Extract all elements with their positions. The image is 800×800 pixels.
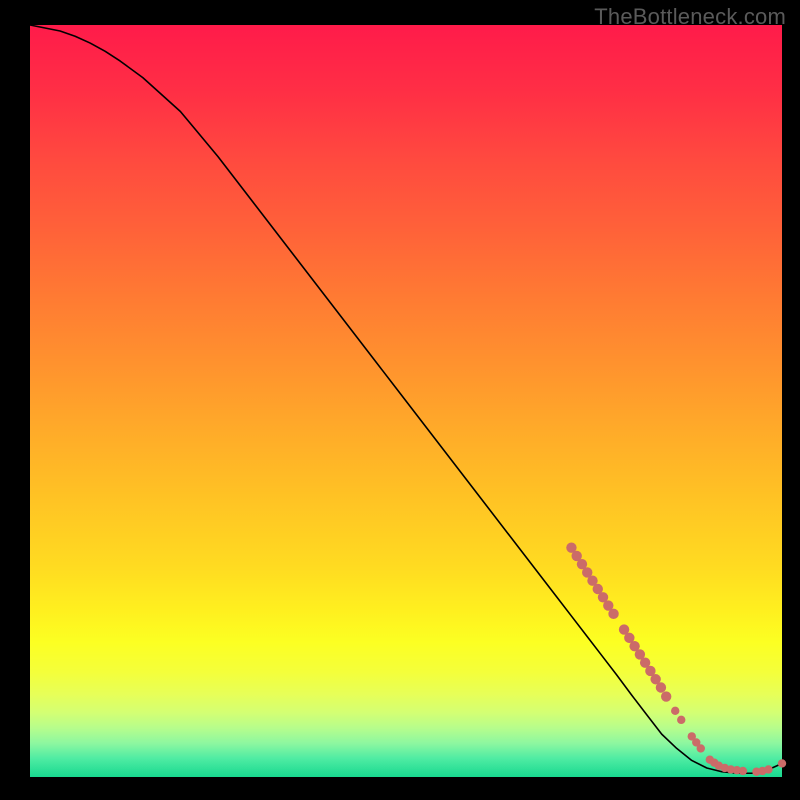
data-point [778, 759, 786, 767]
data-point [697, 744, 705, 752]
data-point [671, 707, 679, 715]
data-point [677, 716, 685, 724]
data-point [764, 765, 772, 773]
data-point [739, 767, 747, 775]
chart-stage: TheBottleneck.com [0, 0, 800, 800]
data-point [608, 609, 618, 619]
data-point [656, 682, 666, 692]
chart-svg [0, 0, 800, 800]
data-point [661, 691, 671, 701]
watermark-text: TheBottleneck.com [594, 4, 786, 30]
